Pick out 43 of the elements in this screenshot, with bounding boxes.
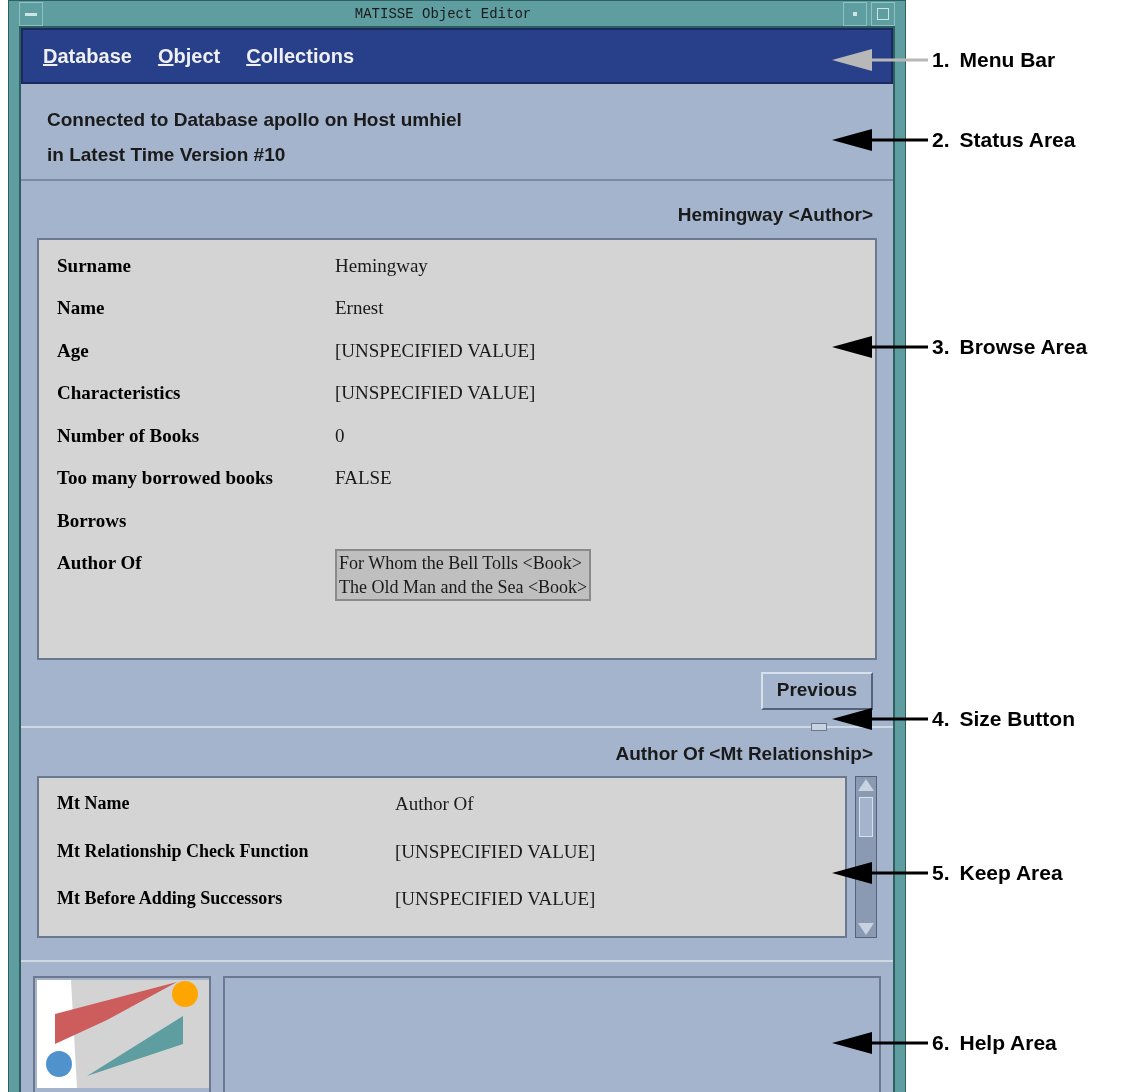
list-item[interactable]: For Whom the Bell Tolls <Book>: [339, 551, 588, 575]
field-value: FALSE: [335, 466, 392, 490]
window-title: MATISSE Object Editor: [353, 4, 533, 24]
field-value: [UNSPECIFIED VALUE]: [395, 839, 596, 864]
field-value: [UNSPECIFIED VALUE]: [395, 887, 596, 911]
field-value: Author Of: [395, 792, 474, 816]
list-item[interactable]: The Old Man and the Sea <Book>: [339, 575, 588, 599]
maximize-button[interactable]: [871, 2, 895, 26]
status-text: in Latest Time Version #10: [47, 142, 287, 167]
field-label: Author Of: [57, 551, 143, 575]
scrollbar[interactable]: [855, 776, 877, 938]
field-label: Surname: [57, 253, 132, 278]
field-label: Characteristics: [57, 381, 182, 405]
callout-label: 5. Keep Area: [932, 860, 1063, 887]
field-label: Borrows: [57, 508, 128, 533]
previous-button[interactable]: Previous: [760, 671, 873, 710]
callout-label: 2. Status Area: [932, 127, 1076, 154]
status-text: Connected to Database apollo on Host umhiel: [47, 108, 463, 132]
menu-item[interactable]: Object: [157, 41, 221, 71]
field-value: 0: [335, 423, 345, 448]
value-list[interactable]: For Whom the Bell Tolls <Book> The Old Man and the Sea <Book>: [335, 549, 592, 601]
menu-item[interactable]: Database: [43, 41, 132, 71]
field-label: Number of Books: [57, 423, 201, 448]
field-value: [UNSPECIFIED VALUE]: [335, 338, 536, 363]
field-label: Name: [57, 296, 106, 320]
field-label: Mt Relationship Check Function: [57, 839, 310, 863]
field-value: Ernest: [335, 296, 384, 320]
field-label: Too many borrowed books: [57, 466, 274, 490]
callout-label: 6. Help Area: [932, 1030, 1057, 1057]
field-label: Age: [57, 338, 90, 363]
window-menu-button[interactable]: [19, 2, 43, 26]
minimize-button[interactable]: [843, 2, 867, 26]
callout-label: 3. Browse Area: [932, 334, 1088, 361]
field-label: Mt Name: [57, 792, 131, 815]
menu-item[interactable]: Collections: [246, 41, 354, 71]
field-value: [UNSPECIFIED VALUE]: [335, 381, 536, 405]
callout-label: 4. Size Button: [932, 706, 1075, 733]
callout-label: 1. Menu Bar: [932, 47, 1056, 74]
field-label: Mt Before Adding Successors: [57, 887, 284, 910]
size-button[interactable]: [811, 722, 827, 731]
browse-title: Hemingway <Author>: [677, 203, 874, 227]
field-value: Hemingway: [335, 253, 428, 278]
keep-title: Author Of <Mt Relationship>: [615, 741, 874, 766]
